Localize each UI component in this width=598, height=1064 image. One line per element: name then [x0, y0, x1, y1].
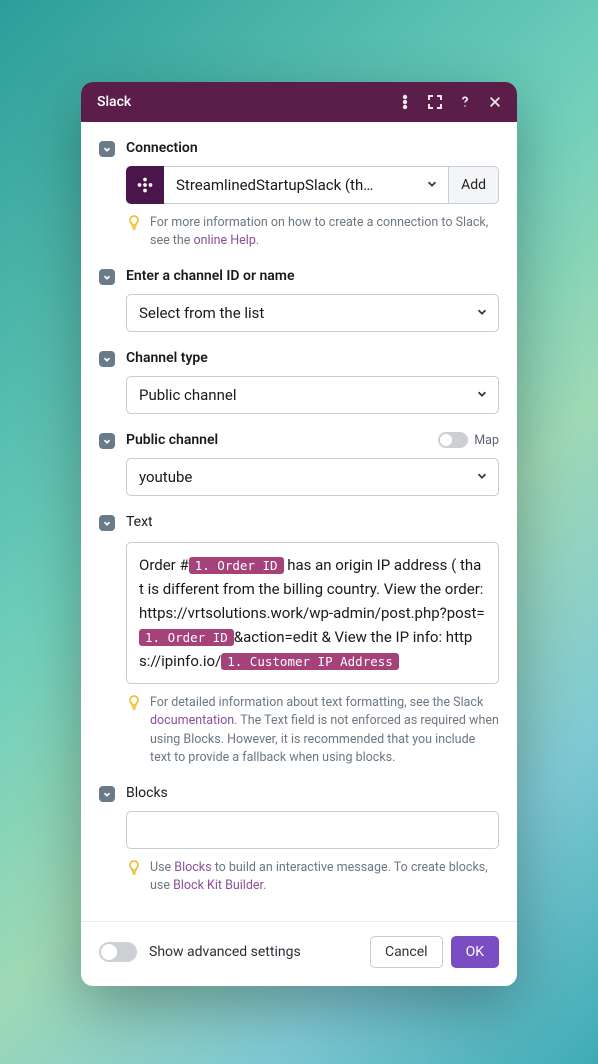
collapse-toggle-blocks[interactable]	[99, 786, 115, 802]
connection-hint-suffix: .	[256, 233, 259, 248]
blocks-hint-suffix: .	[263, 878, 266, 893]
modal-footer: Show advanced settings Cancel OK	[81, 921, 517, 986]
connection-label: Connection	[126, 140, 499, 156]
cancel-button[interactable]: Cancel	[370, 936, 443, 968]
channel-type-label: Channel type	[126, 350, 499, 366]
map-toggle[interactable]	[438, 432, 468, 448]
header-actions	[397, 94, 503, 110]
channel-id-select[interactable]: Select from the list	[126, 294, 499, 332]
slack-logo-icon	[126, 166, 164, 204]
public-channel-label: Public channel	[126, 432, 438, 448]
modal-body: Connection StreamlinedStartupSlack (th… …	[81, 122, 517, 921]
advanced-settings-toggle[interactable]	[99, 942, 137, 962]
block-kit-builder-link[interactable]: Block Kit Builder	[173, 878, 263, 893]
text-part-1: Order #	[139, 556, 189, 574]
modal-title: Slack	[97, 94, 397, 110]
public-channel-select[interactable]: youtube	[126, 458, 499, 496]
modal-header: Slack	[81, 82, 517, 122]
blocks-section: Blocks Use Blocks to build an interactiv…	[99, 785, 499, 895]
collapse-toggle-text[interactable]	[99, 515, 115, 531]
map-label: Map	[474, 433, 499, 448]
collapse-toggle-channel-id[interactable]	[99, 269, 115, 285]
variable-tag-order-id-2[interactable]: 1. Order ID	[139, 629, 234, 646]
connection-section: Connection StreamlinedStartupSlack (th… …	[99, 140, 499, 250]
toggle-knob	[101, 944, 117, 960]
blocks-hint: Use Blocks to build an interactive messa…	[150, 859, 499, 895]
blocks-link[interactable]: Blocks	[174, 860, 211, 875]
collapse-toggle-channel-type[interactable]	[99, 351, 115, 367]
bulb-icon	[126, 694, 142, 767]
text-input[interactable]: Order #1. Order ID has an origin IP addr…	[126, 542, 499, 684]
text-section: Text Order #1. Order ID has an origin IP…	[99, 514, 499, 767]
variable-tag-customer-ip[interactable]: 1. Customer IP Address	[221, 653, 399, 670]
text-hint: For detailed information about text form…	[150, 694, 499, 767]
documentation-link[interactable]: documentation	[150, 713, 234, 728]
channel-type-value: Public channel	[139, 386, 470, 404]
collapse-toggle-connection[interactable]	[99, 141, 115, 157]
add-connection-button[interactable]: Add	[449, 166, 499, 204]
bulb-icon	[126, 859, 142, 895]
chevron-down-icon	[426, 176, 438, 194]
collapse-toggle-public-channel[interactable]	[99, 433, 115, 449]
channel-id-value: Select from the list	[139, 304, 470, 322]
chevron-down-icon	[476, 386, 488, 404]
bulb-icon	[126, 214, 142, 250]
channel-id-section: Enter a channel ID or name Select from t…	[99, 268, 499, 332]
text-hint-prefix: For detailed information about text form…	[150, 695, 483, 710]
blocks-input[interactable]	[126, 811, 499, 849]
expand-icon[interactable]	[427, 94, 443, 110]
chevron-down-icon	[476, 468, 488, 486]
connection-hint: For more information on how to create a …	[150, 214, 499, 250]
more-icon[interactable]	[397, 94, 413, 110]
public-channel-value: youtube	[139, 468, 470, 486]
toggle-knob	[440, 434, 452, 446]
channel-id-label: Enter a channel ID or name	[126, 268, 499, 284]
channel-type-select[interactable]: Public channel	[126, 376, 499, 414]
chevron-down-icon	[476, 304, 488, 322]
channel-type-section: Channel type Public channel	[99, 350, 499, 414]
variable-tag-order-id-1[interactable]: 1. Order ID	[189, 557, 284, 574]
online-help-link[interactable]: online Help	[194, 233, 256, 248]
help-icon[interactable]	[457, 94, 473, 110]
blocks-hint-prefix: Use	[150, 860, 174, 875]
connection-select[interactable]: StreamlinedStartupSlack (th…	[164, 166, 449, 204]
text-label: Text	[126, 514, 499, 530]
blocks-label: Blocks	[126, 785, 499, 801]
ok-button[interactable]: OK	[451, 936, 499, 968]
map-toggle-group: Map	[438, 432, 499, 448]
close-icon[interactable]	[487, 94, 503, 110]
connection-value: StreamlinedStartupSlack (th…	[176, 176, 420, 194]
advanced-toggle-group: Show advanced settings	[99, 942, 370, 962]
slack-modal: Slack Connec	[81, 82, 517, 986]
advanced-settings-label: Show advanced settings	[149, 944, 301, 960]
public-channel-section: Public channel Map youtube	[99, 432, 499, 496]
